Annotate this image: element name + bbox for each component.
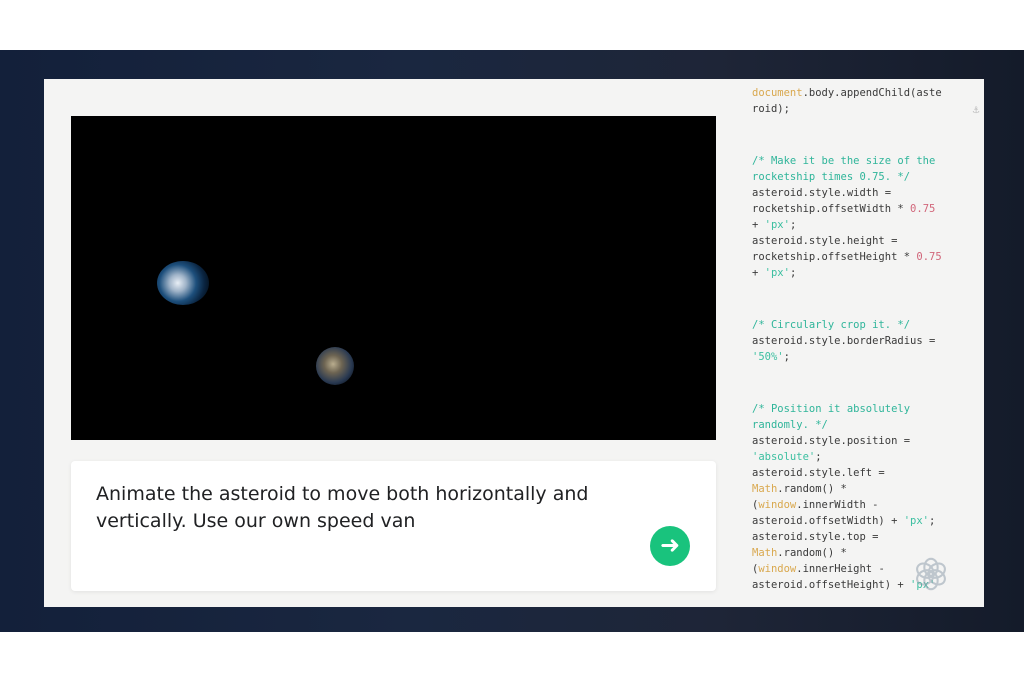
code-line: rocketship times 0.75. */ bbox=[752, 169, 952, 185]
code-token: .innerHeight - bbox=[796, 563, 885, 575]
send-button[interactable]: ➜ bbox=[650, 526, 690, 566]
code-line: (window.innerWidth - bbox=[752, 497, 952, 513]
code-token: ; bbox=[783, 351, 790, 363]
code-token: ; bbox=[789, 267, 797, 279]
code-token: rocketship.offsetWidth * bbox=[752, 203, 911, 215]
code-token: /* Make it be the size of the bbox=[752, 155, 936, 167]
code-line: '50%'; bbox=[752, 349, 952, 365]
code-token: Math bbox=[752, 483, 778, 495]
game-canvas bbox=[71, 116, 716, 440]
code-token: asteroid.style.height = bbox=[752, 235, 898, 247]
code-token: asteroid.style.top = bbox=[752, 531, 879, 543]
code-token: asteroid.offsetWidth) + bbox=[752, 515, 904, 527]
code-line: 'absolute'; bbox=[752, 449, 952, 465]
code-token: rocketship times 0.75. */ bbox=[752, 171, 911, 183]
arrow-right-icon: ➜ bbox=[659, 532, 681, 559]
code-token: ; bbox=[789, 219, 797, 231]
playground-panel: Animate the asteroid to move both horizo… bbox=[44, 79, 984, 607]
code-token: + bbox=[752, 219, 765, 231]
code-token: window bbox=[758, 499, 797, 511]
code-token: 'px' bbox=[903, 515, 930, 527]
code-token: asteroid.offsetHeight) + bbox=[752, 579, 911, 591]
code-token: Math bbox=[752, 547, 778, 559]
rocketship bbox=[157, 261, 209, 305]
openai-logo-icon bbox=[916, 557, 946, 591]
code-line: asteroid.style.borderRadius = bbox=[752, 333, 952, 349]
code-block: /* Circularly crop it. */ asteroid.style.… bbox=[752, 317, 952, 365]
code-token: document bbox=[752, 87, 803, 99]
code-token: 'px' bbox=[764, 219, 790, 231]
code-token: window bbox=[758, 563, 797, 575]
code-panel: document.body.appendChild(aste roid); /* M… bbox=[752, 85, 952, 593]
code-line: + 'px'; bbox=[752, 265, 952, 281]
code-block: /* Make it be the size of the rocketship … bbox=[752, 153, 952, 281]
code-line: /* Position it absolutely bbox=[752, 401, 952, 417]
code-line: Math.random() * bbox=[752, 481, 952, 497]
code-line: /* Make it be the size of the bbox=[752, 153, 952, 169]
code-token: .random() * bbox=[777, 483, 847, 495]
code-token: asteroid.style.left = bbox=[752, 467, 885, 479]
code-line: + 'px'; bbox=[752, 217, 952, 233]
code-line: rocketship.offsetWidth * 0.75 bbox=[752, 201, 952, 217]
code-line: asteroid.style.height = bbox=[752, 233, 952, 249]
code-token: 0.75 bbox=[910, 203, 936, 215]
code-token: rocketship.offsetHeight * bbox=[752, 251, 917, 263]
code-token: .random() * bbox=[777, 547, 847, 559]
code-line: asteroid.offsetWidth) + 'px'; bbox=[752, 513, 952, 529]
code-token: '50%' bbox=[752, 351, 784, 363]
code-token: asteroid.style.borderRadius = bbox=[752, 335, 936, 347]
pin-icon: ⚓ bbox=[972, 106, 981, 116]
code-token: .innerWidth - bbox=[796, 499, 879, 511]
code-token: + bbox=[752, 267, 765, 279]
code-token: asteroid.style.width = bbox=[752, 187, 892, 199]
code-line: randomly. */ bbox=[752, 417, 952, 433]
prompt-card: Animate the asteroid to move both horizo… bbox=[71, 461, 716, 591]
code-token: 'px' bbox=[764, 267, 790, 279]
code-line: /* Circularly crop it. */ bbox=[752, 317, 952, 333]
code-token: asteroid.style.position = bbox=[752, 435, 911, 447]
code-line: asteroid.style.left = bbox=[752, 465, 952, 481]
code-line: document.body.appendChild(aste bbox=[752, 85, 952, 101]
code-token: .body.appendChild(aste bbox=[802, 87, 942, 99]
code-line: asteroid.style.position = bbox=[752, 433, 952, 449]
code-token: /* Circularly crop it. */ bbox=[752, 319, 911, 331]
code-line: asteroid.style.width = bbox=[752, 185, 952, 201]
code-token: ; bbox=[929, 515, 936, 527]
code-line: asteroid.style.top = bbox=[752, 529, 952, 545]
code-token: /* Position it absolutely bbox=[752, 403, 911, 415]
prompt-input[interactable]: Animate the asteroid to move both horizo… bbox=[96, 481, 636, 535]
code-token: randomly. */ bbox=[752, 419, 828, 431]
code-line: rocketship.offsetHeight * 0.75 bbox=[752, 249, 952, 265]
asteroid bbox=[316, 347, 354, 385]
code-block: document.body.appendChild(aste roid); bbox=[752, 85, 952, 117]
code-line: roid); bbox=[752, 101, 952, 117]
code-token: 'absolute' bbox=[752, 451, 816, 463]
code-token: roid); bbox=[752, 103, 790, 115]
code-token: 0.75 bbox=[916, 251, 942, 263]
code-token: ; bbox=[815, 451, 822, 463]
